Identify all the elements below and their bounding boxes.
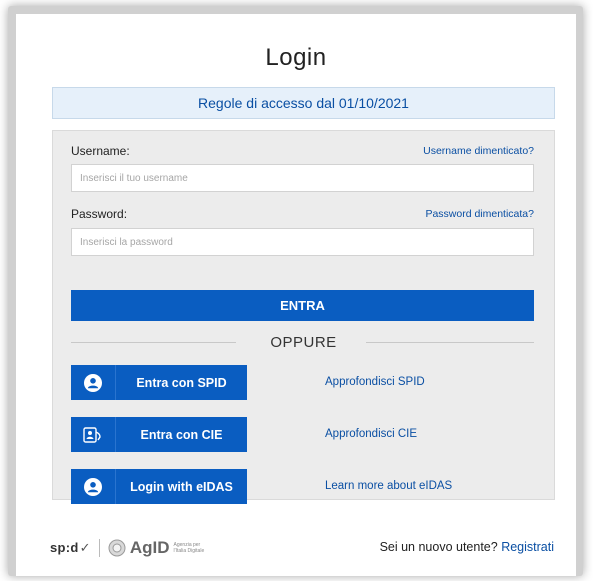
spid-logo: sp:d✓ [50,540,91,555]
eidas-login-button[interactable]: Login with eIDAS [71,469,247,504]
eidas-login-label: Login with eIDAS [130,479,233,494]
learn-more-spid-link[interactable]: Approfondisci SPID [325,376,425,388]
agid-emblem-icon [108,539,126,557]
footer-logos: sp:d✓ AgID Agenzia per l'Italia Digitale [50,538,208,558]
new-user-text: Sei un nuovo utente? [379,540,498,554]
learn-more-cie-link[interactable]: Approfondisci CIE [325,428,417,440]
login-card: Login Regole di accesso dal 01/10/2021 U… [16,14,576,576]
agid-logo-text: AgID [129,538,170,557]
spid-login-button[interactable]: Entra con SPID [71,365,247,400]
page-title: Login [265,44,327,71]
learn-more-eidas-link[interactable]: Learn more about eIDAS [325,480,452,492]
login-form-panel: Username: Username dimenticato? Password… [52,130,555,504]
register-prompt: Sei un nuovo utente? Registrati [380,540,554,554]
cie-login-label: Entra con CIE [140,427,223,442]
login-submit-button[interactable]: ENTRA [71,290,534,321]
user-icon [71,469,116,504]
register-link[interactable]: Registrati [501,540,554,554]
username-label: Username: [71,144,130,158]
id-card-icon [71,417,116,452]
username-input[interactable] [71,164,534,192]
logo-separator [98,539,100,557]
forgot-username-link[interactable]: Username dimenticato? [423,145,534,157]
agid-logo-subtitle: Agenzia per l'Italia Digitale [173,542,205,554]
user-icon [71,365,116,400]
forgot-password-link[interactable]: Password dimenticata? [425,208,534,220]
agid-logo: AgID Agenzia per l'Italia Digitale [108,538,208,558]
access-rules-link[interactable]: Regole di accesso dal 01/10/2021 [52,87,555,119]
divider-line-right [366,342,534,343]
password-input[interactable] [71,228,534,256]
password-label: Password: [71,207,128,221]
spid-login-label: Entra con SPID [136,375,227,390]
cie-login-button[interactable]: Entra con CIE [71,417,247,452]
